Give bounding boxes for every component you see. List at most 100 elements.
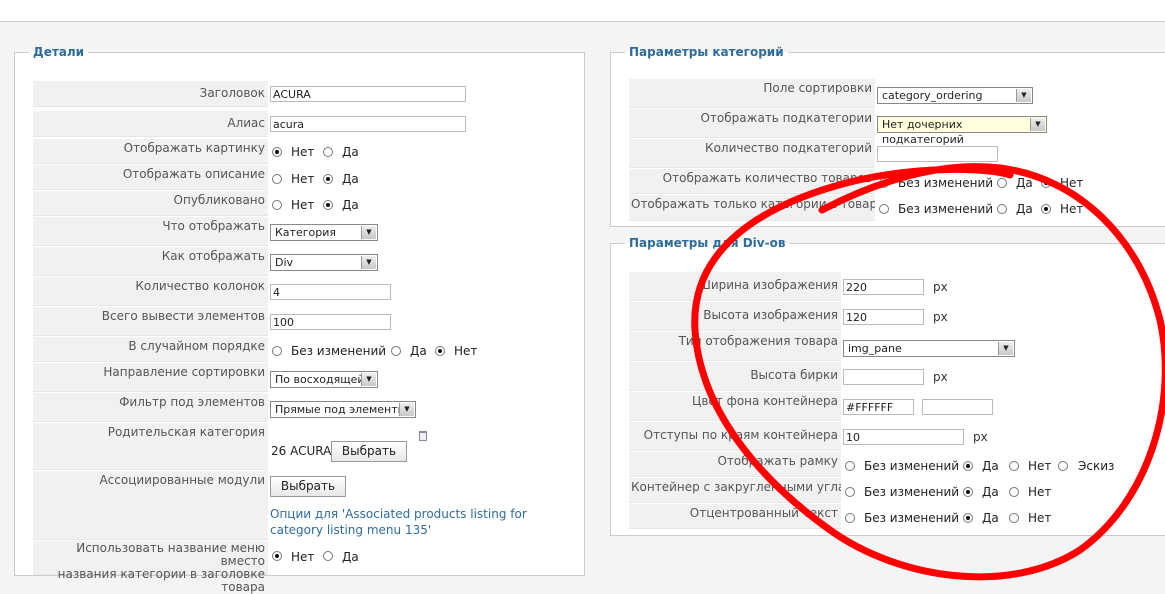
- padding-input[interactable]: 10: [843, 429, 964, 445]
- random-no-radio[interactable]: [435, 346, 445, 356]
- assoc-options-link[interactable]: Опции для 'Associated products listing f…: [270, 506, 560, 538]
- random-no-label: Нет: [454, 344, 478, 358]
- menu-name-label: Использовать название меню вместо назван…: [33, 541, 268, 594]
- frame-sketch-radio[interactable]: [1058, 461, 1068, 471]
- chevron-down-icon: ▼: [399, 403, 414, 416]
- rounded-no-label: Нет: [1028, 485, 1052, 499]
- subcats-label: Отображать подкатегории: [629, 109, 875, 138]
- published-no-label: Нет: [291, 198, 315, 212]
- total-label: Всего вывести элементов: [33, 307, 268, 336]
- menu-name-label-line1: Использовать название меню вместо: [76, 541, 265, 568]
- menu-name-no-radio[interactable]: [272, 551, 282, 561]
- display-type-select[interactable]: img_pane ▼: [843, 340, 1015, 357]
- frame-yes-radio[interactable]: [963, 461, 973, 471]
- chevron-down-icon: ▼: [998, 342, 1013, 355]
- how-label: Как отображать: [33, 247, 268, 276]
- prodcount-no-label: Нет: [1060, 176, 1084, 190]
- padding-unit: px: [973, 430, 988, 444]
- menu-name-no-label: Нет: [291, 550, 315, 564]
- published-no-radio[interactable]: [272, 200, 282, 210]
- assoc-choose-button[interactable]: Выбрать: [270, 476, 346, 497]
- published-yes-label: Да: [342, 198, 359, 212]
- title-input[interactable]: ACURA: [270, 86, 466, 102]
- random-yes-radio[interactable]: [391, 346, 401, 356]
- show-desc-no-radio[interactable]: [272, 174, 282, 184]
- frame-nochange-radio[interactable]: [845, 461, 855, 471]
- rounded-nochange-label: Без изменений: [864, 485, 960, 499]
- prodcount-yes-radio[interactable]: [997, 178, 1007, 188]
- sort-dir-select[interactable]: По восходящей ▼: [270, 371, 378, 388]
- prodcount-nochange-label: Без изменений: [898, 176, 994, 190]
- random-label: В случайном порядке: [33, 337, 268, 362]
- bg-color-preview: [922, 399, 993, 415]
- subcount-input[interactable]: [877, 146, 998, 162]
- what-select[interactable]: Категория ▼: [270, 224, 378, 241]
- rounded-yes-radio[interactable]: [963, 487, 973, 497]
- center-text-label: Отцентрованный текст: [629, 504, 841, 529]
- frame-no-radio[interactable]: [1009, 461, 1019, 471]
- img-width-unit: px: [933, 280, 948, 294]
- bg-color-input[interactable]: #FFFFFF: [843, 399, 914, 415]
- prodcount-no-radio[interactable]: [1041, 178, 1051, 188]
- frame-label: Отображать рамку: [629, 452, 841, 477]
- frame-sketch-label: Эскиз: [1078, 459, 1115, 473]
- tag-height-input[interactable]: [843, 369, 924, 385]
- only-yes-radio[interactable]: [997, 204, 1007, 214]
- show-image-no-radio[interactable]: [272, 147, 282, 157]
- chevron-down-icon: ▼: [361, 373, 376, 386]
- prodcount-yes-label: Да: [1016, 176, 1033, 190]
- subcats-select[interactable]: Нет дочерних подкатегорий ▼: [877, 116, 1047, 146]
- menu-name-yes-radio[interactable]: [323, 551, 333, 561]
- how-select[interactable]: Div ▼: [270, 254, 378, 271]
- random-nochange-radio[interactable]: [272, 346, 282, 356]
- rounded-no-radio[interactable]: [1009, 487, 1019, 497]
- assoc-label: Ассоциированные модули: [33, 471, 268, 540]
- rounded-label: Контейнер с закругленными углами: [629, 478, 841, 503]
- menu-name-label-line2: названия категории в заголовке товара: [57, 567, 265, 594]
- filter-select[interactable]: Прямые под элементы ▼: [270, 401, 416, 418]
- center-no-radio[interactable]: [1009, 513, 1019, 523]
- img-height-unit: px: [933, 310, 948, 324]
- show-desc-yes-radio[interactable]: [323, 174, 333, 184]
- show-image-yes-label: Да: [342, 145, 359, 159]
- chevron-down-icon: ▼: [361, 226, 376, 239]
- trash-icon[interactable]: [419, 431, 427, 441]
- only-with-products-label: Отображать только категории с товарами: [629, 195, 875, 221]
- title-label: Заголовок: [33, 81, 268, 107]
- menu-name-yes-label: Да: [342, 550, 359, 564]
- sort-field-value: category_ordering: [882, 89, 983, 102]
- subcats-value: Нет дочерних подкатегорий: [882, 118, 964, 146]
- alias-label: Алиас: [33, 111, 268, 137]
- rounded-nochange-radio[interactable]: [845, 487, 855, 497]
- parent-value: 26 ACURA: [271, 444, 332, 458]
- filter-label: Фильтр под элементов: [33, 393, 268, 422]
- frame-yes-label: Да: [982, 459, 999, 473]
- chevron-down-icon: ▼: [1016, 89, 1031, 102]
- show-image-yes-radio[interactable]: [323, 147, 333, 157]
- show-image-no-label: Нет: [291, 145, 315, 159]
- sort-field-select[interactable]: category_ordering ▼: [877, 87, 1033, 104]
- random-yes-label: Да: [410, 344, 427, 358]
- only-nochange-label: Без изменений: [898, 202, 994, 216]
- show-desc-no-label: Нет: [291, 172, 315, 186]
- img-height-label: Высота изображения: [629, 302, 841, 331]
- img-height-input[interactable]: 120: [843, 309, 924, 325]
- chevron-down-icon: ▼: [361, 256, 376, 269]
- only-nochange-radio[interactable]: [879, 204, 889, 214]
- details-fieldset: Детали Заголовок ACURA Алиас acura Отобр…: [14, 45, 585, 594]
- only-no-radio[interactable]: [1041, 204, 1051, 214]
- sort-dir-label: Направление сортировки: [33, 363, 268, 392]
- total-input[interactable]: 100: [270, 314, 391, 330]
- cols-input[interactable]: 4: [270, 284, 391, 300]
- prodcount-nochange-radio[interactable]: [879, 178, 889, 188]
- cols-label: Количество колонок: [33, 277, 268, 306]
- center-nochange-radio[interactable]: [845, 513, 855, 523]
- parent-choose-button[interactable]: Выбрать: [331, 441, 407, 462]
- img-width-input[interactable]: 220: [843, 279, 924, 295]
- center-yes-label: Да: [982, 511, 999, 525]
- center-yes-radio[interactable]: [963, 513, 973, 523]
- div-params-fieldset: Параметры для Div-ов Ширина изображения …: [610, 236, 1165, 536]
- alias-input[interactable]: acura: [270, 116, 466, 132]
- published-yes-radio[interactable]: [323, 200, 333, 210]
- img-width-label: Ширина изображения: [629, 272, 841, 301]
